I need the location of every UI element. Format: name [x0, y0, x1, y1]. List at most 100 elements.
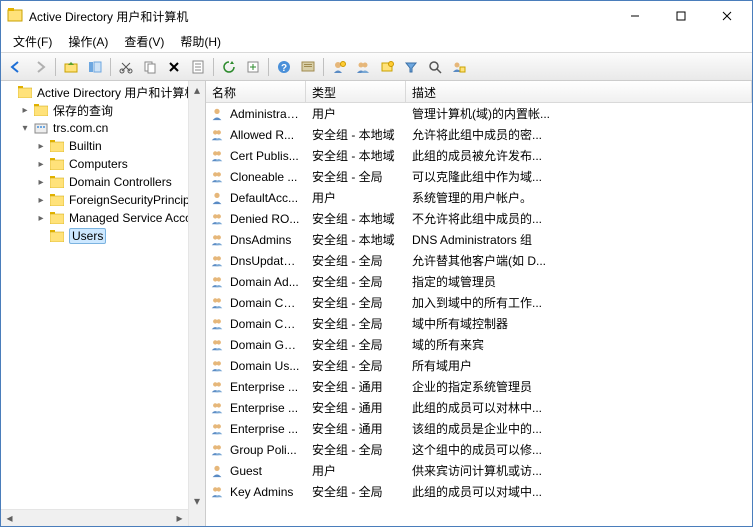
list-row[interactable]: DnsAdmins安全组 - 本地域DNS Administrators 组 [206, 229, 752, 250]
list-row[interactable]: Domain Co...安全组 - 全局域中所有域控制器 [206, 313, 752, 334]
menu-view[interactable]: 查看(V) [116, 31, 172, 52]
group-icon [206, 379, 224, 395]
tree-msa[interactable]: ▸ Managed Service Acco [1, 209, 205, 227]
menu-action[interactable]: 操作(A) [60, 31, 116, 52]
cell-type: 安全组 - 全局 [306, 168, 406, 185]
column-header-name[interactable]: 名称 [206, 81, 306, 102]
list-row[interactable]: Denied RO...安全组 - 本地域不允许将此组中成员的... [206, 208, 752, 229]
list-rows: Administrat...用户管理计算机(域)的内置帐...Allowed R… [206, 103, 752, 526]
tree-builtin[interactable]: ▸ Builtin [1, 137, 205, 155]
cell-name: Denied RO... [224, 212, 306, 226]
collapse-icon[interactable]: ▾ [17, 123, 33, 134]
folder-icon [33, 102, 49, 118]
copy-button[interactable] [139, 56, 161, 78]
refresh-button[interactable] [218, 56, 240, 78]
tree-domain-controllers[interactable]: ▸ Domain Controllers [1, 173, 205, 191]
list-row[interactable]: Domain Gu...安全组 - 全局域的所有来宾 [206, 334, 752, 355]
expand-icon[interactable]: ▸ [33, 195, 49, 206]
back-button[interactable] [5, 56, 27, 78]
tree-fsp[interactable]: ▸ ForeignSecurityPrincipa [1, 191, 205, 209]
cell-type: 安全组 - 本地域 [306, 126, 406, 143]
tree-domain[interactable]: ▾ trs.com.cn [1, 119, 205, 137]
cell-type: 安全组 - 本地域 [306, 147, 406, 164]
cell-desc: 此组的成员被允许发布... [406, 147, 752, 164]
expand-icon[interactable]: ▸ [33, 159, 49, 170]
cell-name: Domain Ad... [224, 275, 306, 289]
column-header-type[interactable]: 类型 [306, 81, 406, 102]
tree-horizontal-scrollbar[interactable]: ◂ ▸ [1, 509, 188, 526]
list-row[interactable]: Allowed R...安全组 - 本地域允许将此组中成员的密... [206, 124, 752, 145]
list-row[interactable]: DefaultAcc...用户系统管理的用户帐户。 [206, 187, 752, 208]
list-row[interactable]: Group Poli...安全组 - 全局这个组中的成员可以修... [206, 439, 752, 460]
folder-icon [49, 210, 65, 226]
list-row[interactable]: Cert Publis...安全组 - 本地域此组的成员被允许发布... [206, 145, 752, 166]
list-row[interactable]: Key Admins安全组 - 全局此组的成员可以对域中... [206, 481, 752, 502]
list-row[interactable]: Enterprise ...安全组 - 通用企业的指定系统管理员 [206, 376, 752, 397]
menu-help[interactable]: 帮助(H) [172, 31, 229, 52]
menu-file[interactable]: 文件(F) [5, 31, 60, 52]
cell-name: Allowed R... [224, 128, 306, 142]
cell-type: 安全组 - 全局 [306, 483, 406, 500]
new-group-button[interactable] [352, 56, 374, 78]
list-row[interactable]: Enterprise ...安全组 - 通用此组的成员可以对林中... [206, 397, 752, 418]
search-button[interactable] [424, 56, 446, 78]
scroll-right-icon[interactable]: ▸ [171, 510, 188, 526]
add-to-group-button[interactable] [448, 56, 470, 78]
tree-label: Active Directory 用户和计算机 [37, 84, 196, 101]
scroll-left-icon[interactable]: ◂ [1, 510, 18, 526]
tree-saved-queries[interactable]: ▸ 保存的查询 [1, 101, 205, 119]
minimize-button[interactable] [612, 1, 658, 31]
cell-desc: 供来宾访问计算机或访... [406, 462, 752, 479]
tree-computers[interactable]: ▸ Computers [1, 155, 205, 173]
close-button[interactable] [704, 1, 750, 31]
cut-button[interactable] [115, 56, 137, 78]
list-row[interactable]: Enterprise ...安全组 - 通用该组的成员是企业中的... [206, 418, 752, 439]
maximize-button[interactable] [658, 1, 704, 31]
list-row[interactable]: Cloneable ...安全组 - 全局可以克隆此组中作为域... [206, 166, 752, 187]
cell-desc: 指定的域管理员 [406, 273, 752, 290]
cell-name: Cloneable ... [224, 170, 306, 184]
forward-button[interactable] [29, 56, 51, 78]
list-row[interactable]: Guest用户供来宾访问计算机或访... [206, 460, 752, 481]
list-row[interactable]: Domain Ad...安全组 - 全局指定的域管理员 [206, 271, 752, 292]
domain-icon [33, 120, 49, 136]
cell-desc: 加入到域中的所有工作... [406, 294, 752, 311]
separator [55, 58, 56, 76]
list-header: 名称 类型 描述 [206, 81, 752, 103]
scroll-up-icon[interactable]: ▴ [189, 81, 205, 98]
folder-icon [49, 228, 65, 244]
cell-type: 安全组 - 全局 [306, 441, 406, 458]
cell-desc: 所有域用户 [406, 357, 752, 374]
new-ou-button[interactable] [376, 56, 398, 78]
list-row[interactable]: Administrat...用户管理计算机(域)的内置帐... [206, 103, 752, 124]
cell-desc: 系统管理的用户帐户。 [406, 189, 752, 206]
filter-button[interactable] [400, 56, 422, 78]
expand-icon[interactable]: ▸ [33, 177, 49, 188]
list-row[interactable]: Domain Us...安全组 - 全局所有域用户 [206, 355, 752, 376]
group-icon [206, 211, 224, 227]
properties-button[interactable] [187, 56, 209, 78]
list-row[interactable]: Domain Co...安全组 - 全局加入到域中的所有工作... [206, 292, 752, 313]
cell-type: 安全组 - 全局 [306, 294, 406, 311]
tree-users[interactable]: Users [1, 227, 205, 245]
expand-icon[interactable]: ▸ [17, 105, 33, 116]
up-folder-button[interactable] [60, 56, 82, 78]
menu-bar: 文件(F) 操作(A) 查看(V) 帮助(H) [1, 31, 752, 53]
show-hide-tree-button[interactable] [84, 56, 106, 78]
group-icon [206, 295, 224, 311]
expand-icon[interactable]: ▸ [33, 213, 49, 224]
cell-name: Domain Co... [224, 317, 306, 331]
new-user-button[interactable] [328, 56, 350, 78]
cell-desc: 此组的成员可以对林中... [406, 399, 752, 416]
help-button[interactable]: ? [273, 56, 295, 78]
export-list-button[interactable] [242, 56, 264, 78]
tree-root[interactable]: Active Directory 用户和计算机 [1, 83, 205, 101]
expand-icon[interactable]: ▸ [33, 141, 49, 152]
cell-desc: 域中所有域控制器 [406, 315, 752, 332]
tree-vertical-scrollbar[interactable]: ▴ ▾ [188, 81, 205, 526]
column-header-desc[interactable]: 描述 [406, 81, 752, 102]
list-row[interactable]: DnsUpdate...安全组 - 全局允许替其他客户端(如 D... [206, 250, 752, 271]
delete-button[interactable] [163, 56, 185, 78]
find-button[interactable] [297, 56, 319, 78]
scroll-down-icon[interactable]: ▾ [189, 492, 205, 509]
